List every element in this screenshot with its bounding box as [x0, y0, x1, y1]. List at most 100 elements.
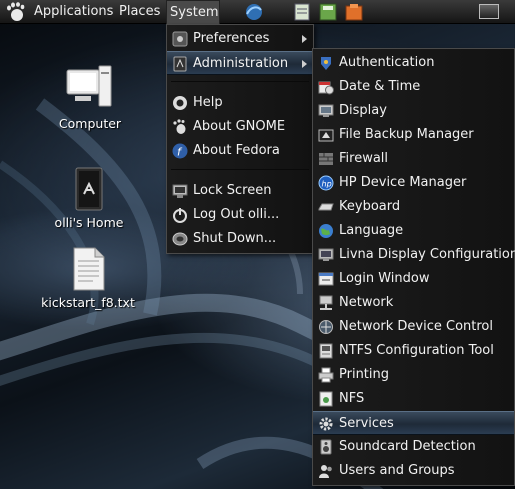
menu-item-label: Log Out olli... — [193, 207, 280, 222]
menu-item-label: Display — [339, 103, 387, 118]
menu-item-language[interactable]: Language — [313, 219, 514, 243]
firewall-icon — [319, 153, 333, 165]
shutdown-icon — [172, 232, 188, 246]
menu-item-printing[interactable]: Printing — [313, 363, 514, 387]
menu-item-hp-device-manager[interactable]: hp HP Device Manager — [313, 171, 514, 195]
keyboard-icon — [318, 203, 334, 211]
menu-item-firewall[interactable]: Firewall — [313, 147, 514, 171]
menu-item-label: Keyboard — [339, 199, 401, 214]
menu-item-administration[interactable]: Administration — [167, 51, 313, 75]
places-menu[interactable]: Places — [116, 0, 163, 24]
menu-item-label: Date & Time — [339, 79, 421, 94]
desktop-icon-label: Computer — [58, 116, 122, 131]
menu-item-preferences[interactable]: Preferences — [167, 27, 313, 51]
submenu-arrow-icon — [302, 35, 307, 43]
menu-item-display[interactable]: Display — [313, 99, 514, 123]
gnome-foot-icon[interactable] — [5, 2, 27, 22]
menu-item-label: Administration — [193, 56, 289, 71]
web-browser-icon[interactable] — [244, 2, 264, 22]
menu-item-label: About Fedora — [193, 143, 280, 158]
menu-item-users-and-groups[interactable]: Users and Groups — [313, 459, 514, 483]
menu-item-label: NFS — [339, 391, 365, 406]
applications-menu[interactable]: Applications — [31, 0, 116, 24]
menu-item-help[interactable]: Help — [167, 91, 313, 115]
menu-item-label: Language — [339, 223, 404, 238]
svg-text:hp: hp — [322, 180, 332, 189]
menu-item-network-device-control[interactable]: Network Device Control — [313, 315, 514, 339]
menu-item-lock-screen[interactable]: Lock Screen — [167, 179, 313, 203]
menu-separator — [171, 169, 309, 170]
menu-item-label: Shut Down... — [193, 231, 277, 246]
soundcard-icon — [320, 439, 332, 455]
menu-item-label: Preferences — [193, 31, 270, 46]
menu-item-label: HP Device Manager — [339, 175, 467, 190]
menu-item-ntfs-configuration-tool[interactable]: NTFS Configuration Tool — [313, 339, 514, 363]
notes-icon[interactable] — [292, 2, 312, 22]
box-app-icon[interactable] — [344, 2, 364, 22]
menu-item-label: Login Window — [339, 271, 430, 286]
menu-item-authentication[interactable]: Authentication — [313, 51, 514, 75]
menu-item-label: Firewall — [339, 151, 389, 166]
help-icon — [173, 96, 187, 110]
network-device-icon — [319, 320, 333, 334]
printer-icon — [318, 367, 334, 383]
menu-item-label: About GNOME — [193, 119, 286, 134]
system-dropdown-menu: Preferences Administration Help About GN… — [166, 24, 314, 254]
submenu-arrow-icon — [302, 60, 307, 68]
menu-item-login-window[interactable]: Login Window — [313, 267, 514, 291]
top-panel: Applications Places System — [0, 0, 515, 24]
computer-icon — [66, 65, 112, 107]
gnome-foot-icon — [173, 119, 186, 134]
menu-item-network[interactable]: Network — [313, 291, 514, 315]
desktop-icon-label: olli's Home — [54, 215, 124, 230]
preferences-icon — [172, 31, 188, 47]
menu-separator — [171, 81, 309, 82]
logout-icon — [173, 208, 187, 223]
users-icon — [319, 465, 332, 478]
menu-item-nfs[interactable]: NFS — [313, 387, 514, 411]
menu-item-label: NTFS Configuration Tool — [339, 343, 494, 358]
menu-item-shut-down[interactable]: Shut Down... — [167, 227, 313, 251]
nfs-icon — [319, 391, 333, 407]
menu-item-label: Users and Groups — [339, 463, 455, 478]
menu-item-label: Lock Screen — [193, 183, 272, 198]
fedora-icon: f — [172, 143, 188, 159]
menu-item-label: Authentication — [339, 55, 435, 70]
administration-icon — [173, 56, 187, 72]
menu-item-label: Soundcard Detection — [339, 439, 476, 454]
menu-item-date-time[interactable]: Date & Time — [313, 75, 514, 99]
show-desktop-icon[interactable] — [479, 4, 499, 19]
menu-item-label: Help — [193, 95, 223, 110]
lock-screen-icon — [172, 184, 188, 198]
menu-item-file-backup-manager[interactable]: File Backup Manager — [313, 123, 514, 147]
menu-item-label: Services — [339, 416, 394, 431]
display-icon — [318, 104, 334, 117]
key-shield-icon — [321, 57, 331, 70]
menu-item-label: Network Device Control — [339, 319, 493, 334]
menu-item-log-out[interactable]: Log Out olli... — [167, 203, 313, 227]
menu-item-label: Network — [339, 295, 394, 310]
login-window-icon — [318, 272, 334, 286]
menu-item-about-gnome[interactable]: About GNOME — [167, 115, 313, 139]
menu-item-keyboard[interactable]: Keyboard — [313, 195, 514, 219]
ntfs-drive-icon — [319, 343, 333, 359]
backup-icon — [318, 129, 334, 142]
text-file-icon — [73, 247, 105, 291]
globe-icon — [319, 224, 333, 238]
network-icon — [319, 295, 333, 310]
menu-item-services[interactable]: Services — [313, 411, 514, 435]
gear-icon — [319, 417, 333, 431]
menu-item-about-fedora[interactable]: f About Fedora — [167, 139, 313, 163]
menu-item-livna-display-configuration[interactable]: Livna Display Configuration — [313, 243, 515, 267]
system-menu[interactable]: System — [166, 0, 220, 24]
calendar-clock-icon — [318, 81, 334, 95]
menu-item-soundcard-detection[interactable]: Soundcard Detection — [313, 435, 514, 459]
menu-item-label: Printing — [339, 367, 390, 382]
monitor-config-icon — [318, 248, 334, 261]
calculator-icon[interactable] — [318, 2, 338, 22]
hp-icon: hp — [318, 175, 334, 191]
menu-item-label: File Backup Manager — [339, 127, 474, 142]
administration-submenu: Authentication Date & Time Display File … — [312, 48, 515, 486]
desktop-icon-label: kickstart_f8.txt — [41, 295, 135, 310]
menu-item-label: Livna Display Configuration — [339, 247, 515, 262]
